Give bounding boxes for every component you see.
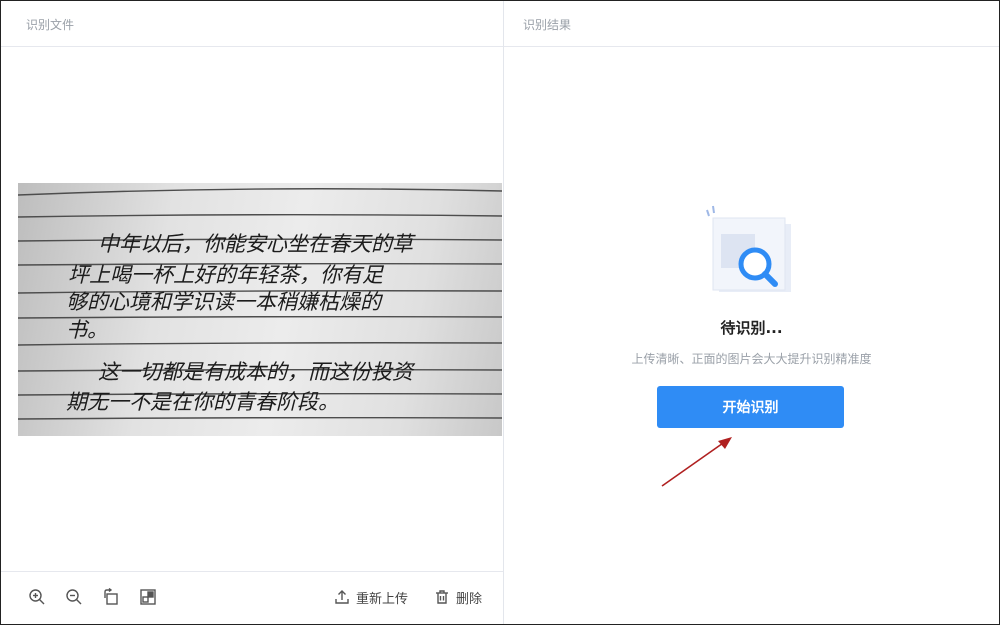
result-panel-header: 识别结果: [504, 1, 999, 47]
delete-label: 删除: [456, 591, 483, 607]
trash-icon: [436, 590, 448, 604]
handwriting-line: 够的心境和学识读一本稍嫌枯燥的: [66, 290, 384, 314]
status-tip: 上传清晰、正面的图片会大大提升识别精准度: [631, 352, 872, 366]
file-panel: 识别文件 中年以后，你能安心坐在春天的草 坪上喝一杯上好的年轻茶，你有足 够的心…: [1, 1, 504, 624]
image-toolbar: 重新上传 删除: [1, 571, 503, 624]
zoom-out-icon[interactable]: [63, 586, 85, 608]
handwriting-line: 期无一不是在你的青春阶段。: [66, 390, 339, 414]
uploaded-note-image: 中年以后，你能安心坐在春天的草 坪上喝一杯上好的年轻茶，你有足 够的心境和学识读…: [18, 183, 502, 436]
annotation-arrow: [661, 437, 732, 487]
reupload-button[interactable]: 重新上传: [334, 586, 408, 608]
status-title: 待识别...: [720, 319, 783, 337]
file-panel-header: 识别文件: [1, 1, 503, 47]
file-panel-title: 识别文件: [26, 18, 75, 32]
result-panel: 识别结果 待识别... 上传清晰、正面的图片会大大提升识别精准度 开始识别: [504, 1, 999, 624]
search-document-icon: [699, 204, 795, 300]
start-recognition-button[interactable]: 开始识别: [657, 386, 844, 428]
upload-icon: [335, 590, 349, 604]
note-image-drawing: 中年以后，你能安心坐在春天的草 坪上喝一杯上好的年轻茶，你有足 够的心境和学识读…: [18, 188, 502, 420]
reupload-label: 重新上传: [356, 591, 409, 607]
handwriting-line: 书。: [66, 318, 108, 342]
rotate-icon[interactable]: [100, 586, 122, 608]
handwriting-line: 坪上喝一杯上好的年轻茶，你有足: [68, 263, 385, 287]
app-window: 识别文件 中年以后，你能安心坐在春天的草 坪上喝一杯上好的年轻茶，你有足 够的心…: [0, 0, 1000, 625]
result-panel-title: 识别结果: [523, 18, 572, 32]
fit-screen-icon[interactable]: [137, 586, 159, 608]
zoom-in-icon[interactable]: [26, 586, 48, 608]
handwriting-line: 中年以后，你能安心坐在春天的草: [98, 232, 416, 256]
start-recognition-label: 开始识别: [722, 400, 779, 416]
handwriting-line: 这一切都是有成本的，而这份投资: [98, 360, 416, 384]
delete-button[interactable]: 删除: [434, 586, 482, 608]
